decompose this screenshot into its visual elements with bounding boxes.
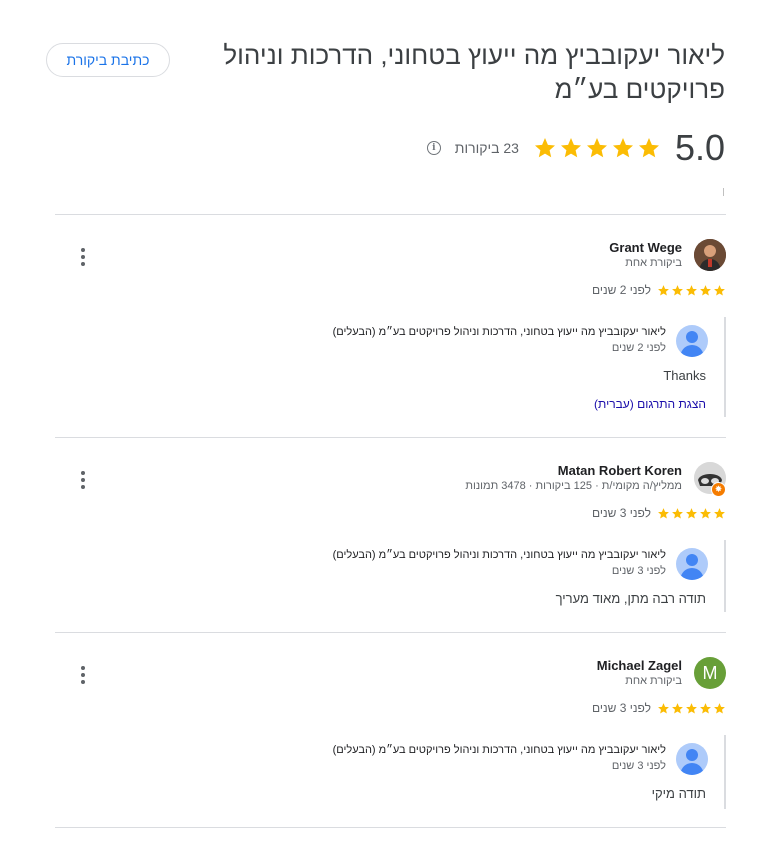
star-icon: [672, 702, 683, 713]
review-rating: לפני 2 שנים: [592, 283, 726, 297]
owner-name: ליאור יעקובביץ מה ייעוץ בטחוני, הדרכות ו…: [332, 744, 666, 756]
owner-response-time: לפני 3 שנים: [611, 760, 666, 772]
review-item: M Michael Zagel ביקורת אחת לפני 3 שנים ל…: [55, 655, 726, 809]
star-icon: [700, 507, 711, 518]
info-icon[interactable]: i: [426, 141, 441, 155]
review-rating: לפני 3 שנים: [592, 701, 726, 715]
star-icon: [560, 138, 581, 158]
more-options-button[interactable]: [75, 469, 91, 491]
owner-response: ליאור יעקובביץ מה ייעוץ בטחוני, הדרכות ו…: [304, 735, 726, 809]
owner-avatar: [676, 325, 708, 357]
owner-response-text: תודה רבה מתן, מאוד מעריך: [555, 591, 706, 606]
owner-response-text: Thanks: [663, 368, 706, 383]
owner-name: ליאור יעקובביץ מה ייעוץ בטחוני, הדרכות ו…: [332, 326, 666, 338]
owner-response-text: תודה מיקי: [651, 786, 706, 801]
owner-avatar: [676, 548, 708, 580]
show-translation-link[interactable]: הצגת התרגום (עברית): [594, 397, 706, 411]
local-guide-badge-icon: ✸: [711, 482, 726, 497]
owner-name: ליאור יעקובביץ מה ייעוץ בטחוני, הדרכות ו…: [332, 549, 666, 561]
reviewer-meta: ביקורת אחת: [625, 257, 682, 269]
page-title: ליאור יעקובביץ מה ייעוץ בטחוני, הדרכות ו…: [223, 40, 725, 104]
reviewer-avatar[interactable]: M: [694, 657, 726, 689]
average-rating: 5.0: [674, 127, 725, 168]
star-icon: [672, 507, 683, 518]
review-rating: לפני 3 שנים: [592, 506, 726, 520]
owner-response-time: לפני 2 שנים: [611, 342, 666, 354]
star-icon: [672, 284, 683, 295]
reviewer-name[interactable]: Matan Robert Koren: [558, 463, 682, 478]
review-item: Grant Wege ביקורת אחת לפני 2 שנים ליאור …: [55, 237, 726, 417]
star-icon: [638, 138, 659, 158]
reviewer-name[interactable]: Michael Zagel: [597, 658, 682, 673]
star-icon: [534, 138, 555, 158]
review-stars: [657, 284, 726, 297]
star-icon: [658, 284, 669, 295]
write-review-button[interactable]: כתיבת ביקורת: [46, 43, 170, 77]
owner-response: ליאור יעקובביץ מה ייעוץ בטחוני, הדרכות ו…: [304, 317, 726, 417]
review-time: לפני 2 שנים: [591, 283, 651, 297]
star-icon: [700, 284, 711, 295]
star-icon: [586, 138, 607, 158]
star-icon: [658, 702, 669, 713]
star-icon: [686, 507, 697, 518]
divider: [55, 632, 726, 633]
review-item: ✸ Matan Robert Koren ממליץ/ה מקומי/ת · 1…: [55, 460, 726, 612]
scroll-marker: [723, 188, 724, 196]
review-time: לפני 3 שנים: [591, 701, 651, 715]
review-count: 23 ביקורות: [454, 140, 519, 156]
reviewer-meta: ממליץ/ה מקומי/ת · 125 ביקורות · 3478 תמו…: [465, 480, 682, 492]
rating-stars: [533, 136, 661, 160]
more-options-button[interactable]: [75, 246, 91, 268]
owner-response-time: לפני 3 שנים: [611, 565, 666, 577]
star-icon: [658, 507, 669, 518]
more-options-button[interactable]: [75, 664, 91, 686]
person-icon: [680, 331, 704, 357]
star-icon: [686, 702, 697, 713]
divider: [55, 214, 726, 215]
star-icon: [714, 284, 725, 295]
review-stars: [657, 702, 726, 715]
person-icon: [680, 749, 704, 775]
rating-summary: 5.0 23 ביקורות i: [426, 127, 725, 168]
person-icon: [680, 554, 704, 580]
profile-photo-icon: [694, 239, 726, 271]
star-icon: [700, 702, 711, 713]
star-icon: [612, 138, 633, 158]
star-icon: [714, 702, 725, 713]
reviewer-name[interactable]: Grant Wege: [609, 240, 682, 255]
divider: [55, 827, 726, 828]
reviewer-meta: ביקורת אחת: [625, 675, 682, 687]
review-time: לפני 3 שנים: [591, 506, 651, 520]
owner-avatar: [676, 743, 708, 775]
reviewer-avatar[interactable]: [694, 239, 726, 271]
owner-response: ליאור יעקובביץ מה ייעוץ בטחוני, הדרכות ו…: [304, 540, 726, 612]
star-icon: [686, 284, 697, 295]
review-stars: [657, 507, 726, 520]
star-icon: [714, 507, 725, 518]
divider: [55, 437, 726, 438]
